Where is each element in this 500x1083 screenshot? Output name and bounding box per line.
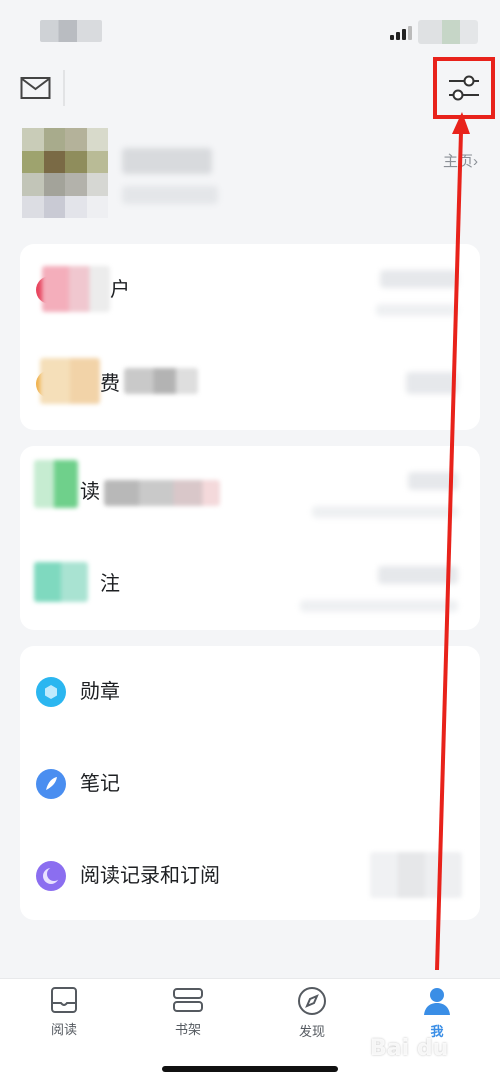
history-row[interactable]: 阅读记录和订阅 — [20, 830, 480, 922]
badges-row[interactable]: 勋章 — [20, 646, 480, 738]
tab-bookshelf[interactable]: 书架 — [138, 985, 238, 1047]
recharge-label-blurred — [40, 358, 100, 404]
avatar[interactable] — [22, 128, 108, 218]
following-label: 注 — [100, 573, 120, 595]
following-row[interactable]: 注 — [20, 538, 480, 630]
watermark: Bai du — [370, 1036, 449, 1061]
reading-time-subtitle-blurred — [312, 506, 458, 518]
account-row[interactable]: 户 — [20, 244, 480, 336]
username-blurred — [122, 148, 212, 174]
mail-icon[interactable] — [20, 76, 52, 102]
moon-icon — [36, 861, 66, 891]
feather-icon — [36, 769, 66, 799]
more-card: 勋章 笔记 阅读记录和订阅 — [20, 646, 480, 920]
reading-time-label-blurred — [104, 480, 220, 506]
history-label: 阅读记录和订阅 — [80, 865, 220, 887]
account-subtitle-blurred — [376, 304, 458, 316]
recharge-row[interactable]: 费 — [20, 338, 480, 430]
homepage-label: 主页 — [442, 153, 473, 170]
reading-time-icon-blurred — [34, 460, 78, 508]
tab-discover-label: 发现 — [298, 1024, 325, 1039]
settings-button[interactable] — [433, 57, 495, 119]
tab-bookshelf-label: 书架 — [174, 1022, 201, 1037]
homepage-link[interactable]: 主页› — [443, 150, 478, 171]
account-card: 户 费 — [20, 244, 480, 430]
sliders-icon — [449, 75, 479, 101]
reading-time-row[interactable]: 读 — [20, 446, 480, 538]
chevron-right-icon: › — [473, 153, 478, 170]
notes-row[interactable]: 笔记 — [20, 738, 480, 830]
watermark-sub: 经验 — [470, 1043, 497, 1058]
following-subtitle-blurred — [300, 600, 458, 612]
compass-icon — [298, 987, 326, 1015]
tab-discover[interactable]: 发现 — [262, 985, 362, 1047]
following-icon-blurred — [34, 562, 88, 602]
home-indicator — [162, 1066, 338, 1072]
bookshelf-icon — [173, 988, 203, 1012]
reading-time-label: 读 — [80, 481, 100, 503]
reading-time-value-blurred — [408, 472, 458, 490]
recharge-label: 费 — [100, 373, 120, 395]
reading-card: 读 注 — [20, 446, 480, 630]
tab-reading[interactable]: 阅读 — [14, 985, 114, 1047]
badges-label: 勋章 — [80, 681, 120, 703]
badge-icon — [36, 677, 66, 707]
history-value-blurred — [370, 852, 462, 898]
user-id-blurred — [122, 186, 218, 204]
header-divider — [63, 70, 65, 106]
signal-icon — [390, 26, 414, 40]
status-bar — [0, 0, 500, 60]
recharge-label-blurred-2 — [124, 368, 198, 394]
notes-label: 笔记 — [80, 773, 120, 795]
status-time-blurred — [40, 20, 102, 42]
account-value-blurred — [380, 270, 458, 288]
following-value-blurred — [378, 566, 458, 584]
person-icon — [424, 988, 450, 1015]
battery-icon — [418, 20, 478, 44]
account-label-blurred — [42, 266, 110, 312]
book-icon — [51, 987, 77, 1013]
tab-reading-label: 阅读 — [50, 1022, 77, 1037]
account-label: 户 — [110, 279, 130, 301]
recharge-value-blurred — [406, 372, 458, 394]
